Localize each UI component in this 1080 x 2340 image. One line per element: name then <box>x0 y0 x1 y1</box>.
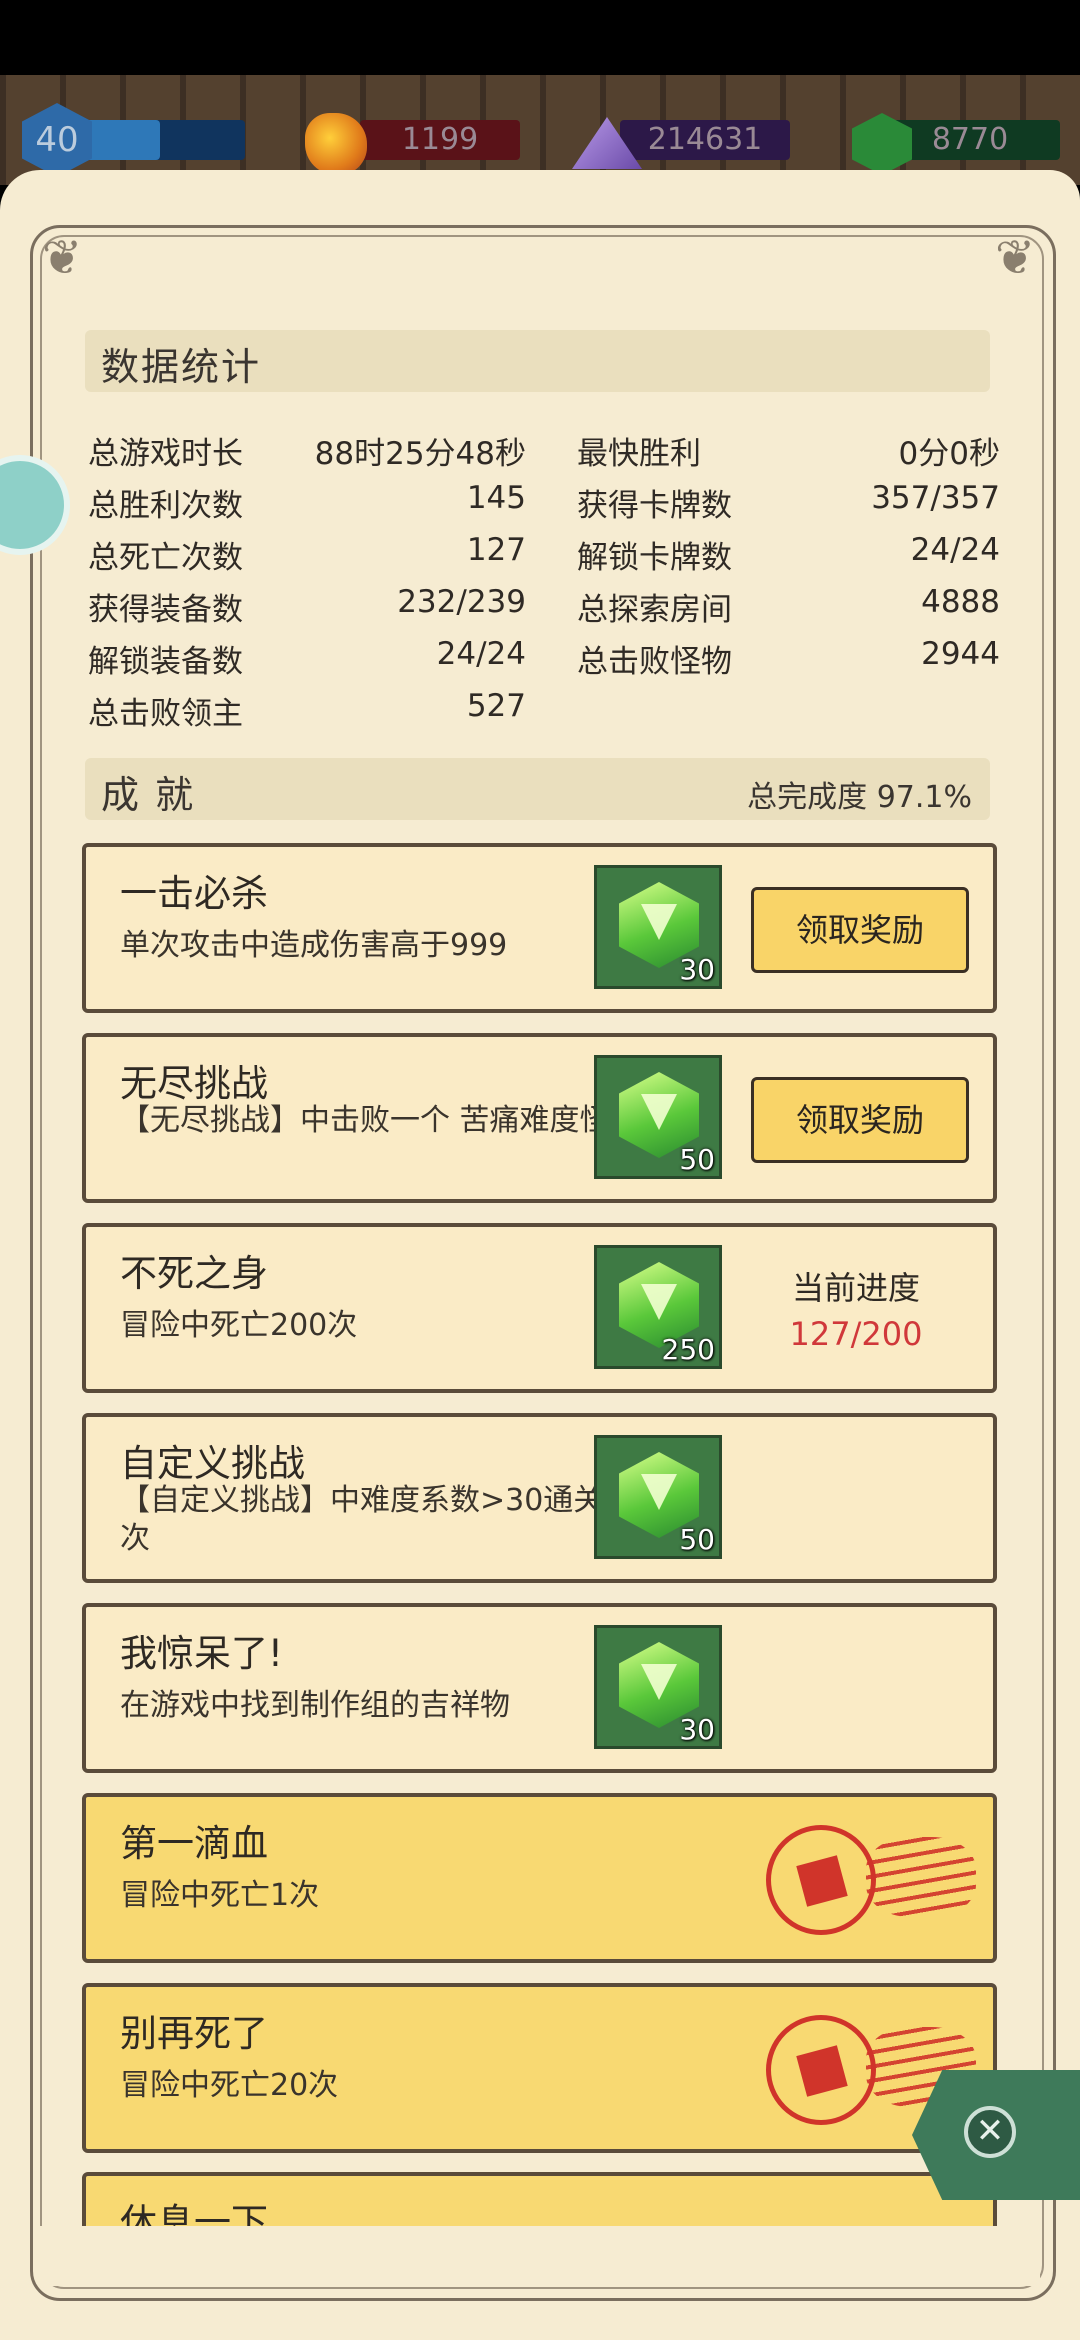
completion-rate: 总完成度 97.1% <box>747 780 972 815</box>
achievement-name: 别再死了 <box>120 2012 268 2055</box>
crystal-count: 214631 <box>620 120 790 160</box>
achievement-desc: 【自定义挑战】中难度系数>30通关一次 <box>120 1483 634 1556</box>
achievement-card-completed: 第一滴血 冒险中死亡1次 <box>82 1793 997 1963</box>
claim-reward-button[interactable]: 领取奖励 <box>751 887 969 973</box>
stat-row: 总死亡次数 127 <box>88 532 526 576</box>
level-badge: 40 <box>22 103 92 177</box>
close-button[interactable]: ✕ <box>912 2070 1080 2200</box>
achievement-desc: 【无尽挑战】中击败一个 苦痛难度怪物 <box>120 1103 640 1138</box>
status-bar <box>0 0 1080 75</box>
reward-count: 250 <box>661 1333 715 1366</box>
gem-reward: 30 <box>594 1625 722 1749</box>
gem-reward: 30 <box>594 865 722 989</box>
gem-reward: 50 <box>594 1055 722 1179</box>
close-icon: ✕ <box>964 2106 1016 2158</box>
ore-count: 1199 <box>360 120 520 160</box>
stat-row: 总游戏时长 88时25分48秒 <box>88 436 526 472</box>
achievement-card-completed: 休息一下 <box>82 2172 997 2227</box>
achievement-card-clipped: 休息一下 <box>82 2172 997 2227</box>
reward-count: 30 <box>679 1713 715 1746</box>
achievement-name: 一击必杀 <box>120 872 268 915</box>
achievements-header: 成 就 总完成度 97.1% <box>85 758 990 820</box>
progress-value: 127/200 <box>789 1315 923 1353</box>
panel-bottom <box>40 2226 1040 2286</box>
achievement-name: 不死之身 <box>120 1252 268 1295</box>
achievement-name: 无尽挑战 <box>120 1062 268 1105</box>
achievement-card: 一击必杀 单次攻击中造成伤害高于999 30 领取奖励 <box>82 843 997 1013</box>
completed-stamp-icon <box>766 2015 876 2125</box>
corner-ornament-icon: ❦ <box>42 230 83 286</box>
resource-bar: 40 1199 214631 8770 <box>0 75 1080 185</box>
achievement-name: 休息一下 <box>120 2201 268 2227</box>
stat-row: 解锁装备数 24/24 <box>88 636 526 680</box>
gem-reward: 250 <box>594 1245 722 1369</box>
achievement-card: 无尽挑战 【无尽挑战】中击败一个 苦痛难度怪物 50 领取奖励 <box>82 1033 997 1203</box>
achievement-card: 我惊呆了! 在游戏中找到制作组的吉祥物 30 <box>82 1603 997 1773</box>
stat-row: 总胜利次数 145 <box>88 480 526 524</box>
stat-row: 总探索房间 4888 <box>577 584 1000 628</box>
achievement-progress: 当前进度 127/200 <box>736 1263 976 1353</box>
achievement-desc: 冒险中死亡200次 <box>120 1308 358 1343</box>
reward-count: 50 <box>679 1143 715 1176</box>
reward-count: 30 <box>679 953 715 986</box>
completed-stamp-icon <box>766 1825 876 1935</box>
achievement-desc: 单次攻击中造成伤害高于999 <box>120 928 508 963</box>
stat-row: 获得卡牌数 357/357 <box>577 480 1000 524</box>
achievement-desc: 在游戏中找到制作组的吉祥物 <box>120 1688 510 1723</box>
achievement-card: 不死之身 冒险中死亡200次 250 当前进度 127/200 <box>82 1223 997 1393</box>
achievement-card-completed: 别再死了 冒险中死亡20次 <box>82 1983 997 2153</box>
gem-reward: 50 <box>594 1435 722 1559</box>
achievement-desc: 冒险中死亡20次 <box>120 2068 339 2103</box>
achievement-card: 自定义挑战 【自定义挑战】中难度系数>30通关一次 50 <box>82 1413 997 1583</box>
achievement-name: 我惊呆了! <box>120 1632 283 1675</box>
corner-ornament-icon: ❦ <box>995 230 1036 286</box>
achievement-name: 第一滴血 <box>120 1822 268 1865</box>
claim-reward-button[interactable]: 领取奖励 <box>751 1077 969 1163</box>
achievement-name: 自定义挑战 <box>120 1442 305 1485</box>
stat-row: 最快胜利 0分0秒 <box>577 436 1000 472</box>
stamp-waves <box>866 1837 976 1917</box>
stat-row: 获得装备数 232/239 <box>88 584 526 628</box>
reward-count: 50 <box>679 1523 715 1556</box>
progress-label: 当前进度 <box>791 1269 920 1307</box>
stat-row: 总击败领主 527 <box>88 688 526 732</box>
achievement-desc: 冒险中死亡1次 <box>120 1878 320 1913</box>
ore-icon <box>305 113 367 175</box>
stats-title: 数据统计 <box>101 345 262 389</box>
stats-header: 数据统计 <box>85 330 990 392</box>
achievements-title: 成 就 <box>101 773 196 817</box>
stat-row: 解锁卡牌数 24/24 <box>577 532 1000 576</box>
stat-row: 总击败怪物 2944 <box>577 636 1000 680</box>
